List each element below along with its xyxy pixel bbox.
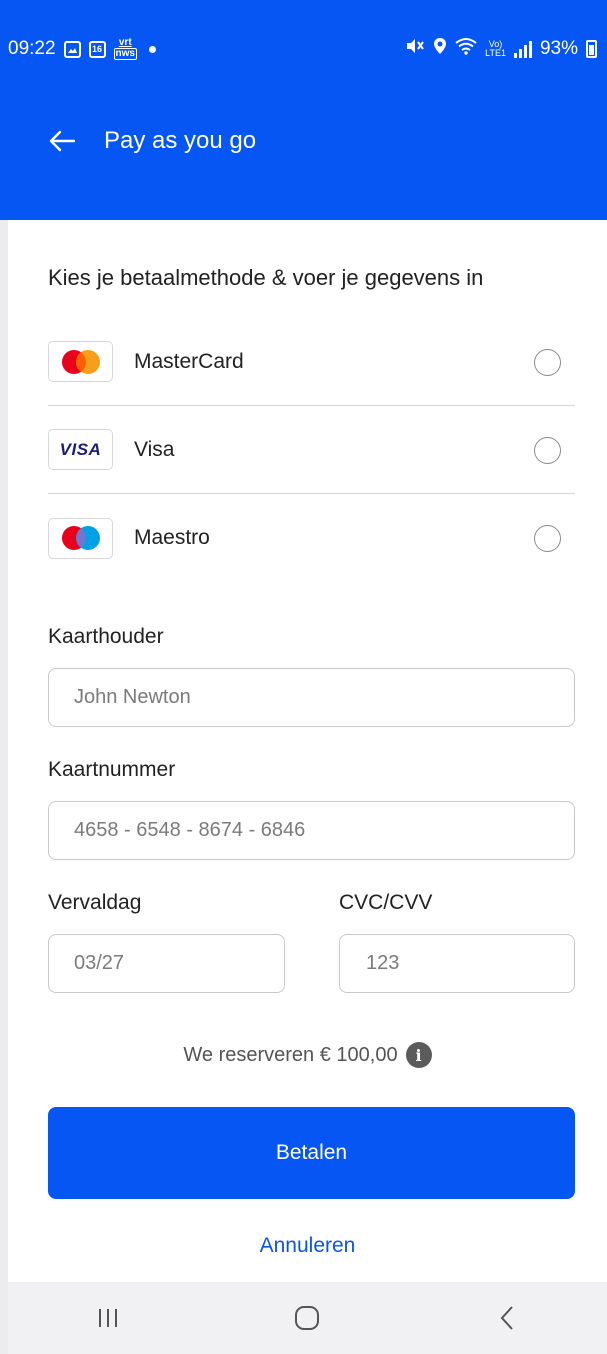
instruction-text: Kies je betaalmethode & voer je gegevens… [48,265,484,290]
method-option-mastercard[interactable]: MasterCard [48,318,575,406]
mastercard-logo [48,341,113,382]
expiry-label: Vervaldag [48,891,142,914]
method-label: Maestro [134,526,210,549]
wifi-icon [455,37,477,61]
battery-percent: 93% [539,38,578,59]
expiry-input[interactable] [48,934,285,993]
app-header: 09:22 16 vrt nws Vo) LTE1 93% Pay as you… [0,0,607,220]
system-nav-bar [8,1282,607,1354]
cvc-label: CVC/CVV [339,891,433,914]
cvc-input[interactable] [339,934,575,993]
radio-visa[interactable] [534,437,561,464]
news-app-icon: vrt nws [113,37,137,60]
method-option-maestro[interactable]: Maestro [48,494,575,582]
notification-dot-icon [149,45,156,53]
volte-lte-icon: Vo) LTE1 [485,39,506,58]
arrow-left-icon [49,130,75,152]
cardnumber-input[interactable] [48,801,575,860]
method-option-visa[interactable]: VISA Visa [48,406,575,494]
payment-form: Kies je betaalmethode & voer je gegevens… [8,220,607,1282]
cancel-link[interactable]: Annuleren [8,1234,607,1258]
cardholder-label: Kaarthouder [48,625,164,648]
reserve-note: We reserveren € 100,00 i [8,1042,607,1068]
battery-icon [586,40,597,58]
home-icon [295,1306,320,1330]
status-bar-right: Vo) LTE1 93% [405,36,597,62]
signal-strength-icon [513,40,532,58]
calendar-icon: 16 [88,40,106,58]
back-nav-icon [500,1306,513,1330]
radio-mastercard[interactable] [534,349,561,376]
reserve-text: We reserveren € 100,00 [183,1043,398,1066]
status-bar-left: 09:22 16 vrt nws [8,36,156,62]
pay-button[interactable]: Betalen [48,1107,575,1199]
left-edge [0,220,8,1354]
cardholder-input[interactable] [48,668,575,727]
status-time: 09:22 [8,38,56,59]
visa-logo-text: VISA [59,439,102,459]
gallery-icon [63,40,81,58]
home-button[interactable] [277,1298,337,1338]
recent-apps-icon [98,1309,117,1327]
method-label: MasterCard [134,349,244,373]
back-button[interactable] [42,121,82,161]
page-title: Pay as you go [104,127,257,154]
radio-maestro[interactable] [534,525,561,552]
back-nav-button[interactable] [477,1298,537,1338]
mute-icon [405,37,425,61]
maestro-logo [48,517,113,559]
visa-logo: VISA [48,429,113,470]
recent-apps-button[interactable] [78,1298,138,1338]
cardnumber-label: Kaartnummer [48,758,176,781]
info-icon[interactable]: i [405,1042,432,1068]
method-label: Visa [134,437,175,461]
location-icon [433,37,447,61]
